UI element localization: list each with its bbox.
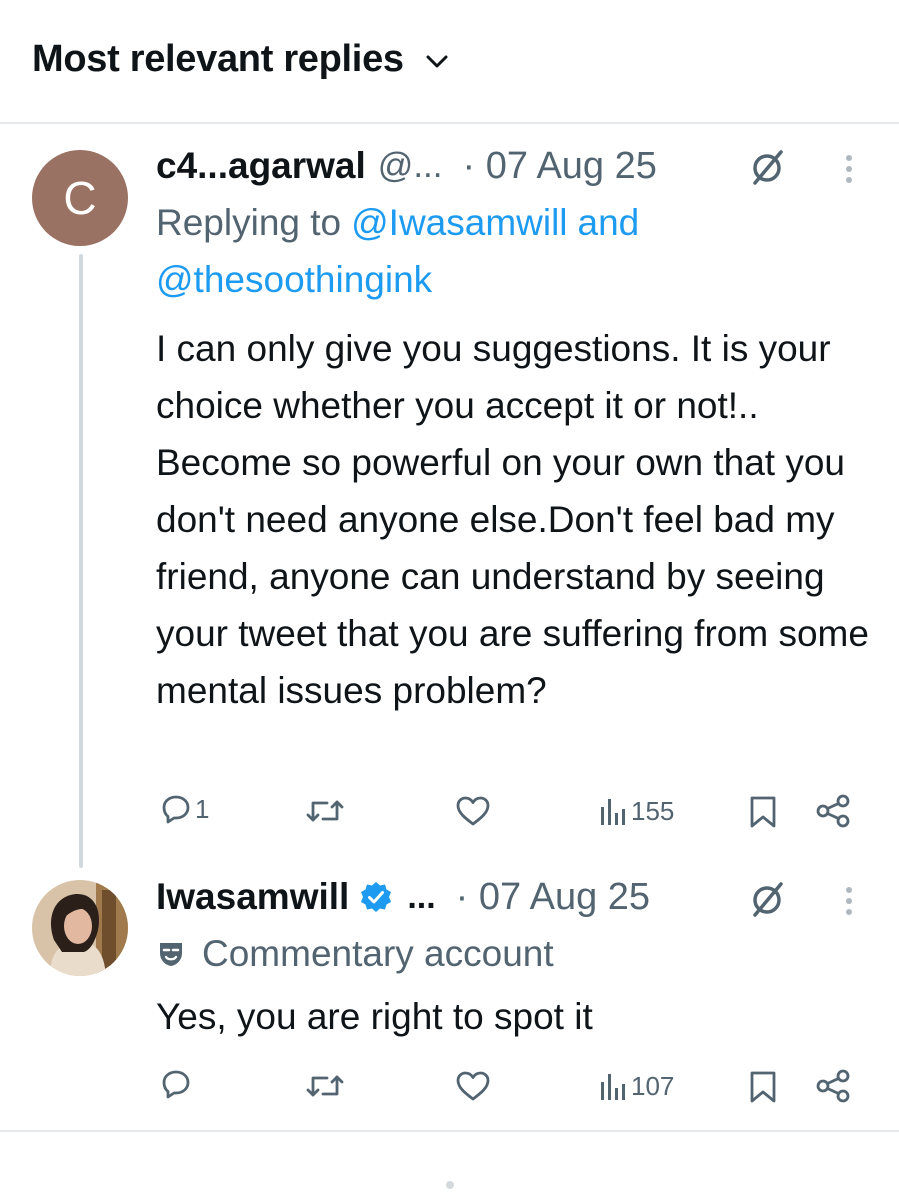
bookmark-icon[interactable] xyxy=(749,795,777,829)
post-date[interactable]: · 07 Aug 25 xyxy=(463,145,657,188)
mention-link[interactable]: @Iwasamwill xyxy=(351,202,567,244)
grok-slash-icon[interactable] xyxy=(746,147,788,189)
reply-icon xyxy=(162,795,190,824)
reply-1-header: c4...agarwal @... · 07 Aug 25 xyxy=(156,143,657,189)
reply-button[interactable]: 1 xyxy=(160,793,209,825)
account-label: Commentary account xyxy=(156,931,554,977)
post-date[interactable]: · 07 Aug 25 xyxy=(456,876,650,919)
mention-link[interactable]: @thesoothingink xyxy=(156,259,432,301)
scroll-indicator-dot xyxy=(446,1181,454,1189)
reply-text: I can only give you suggestions. It is y… xyxy=(156,328,869,711)
grok-slash-icon[interactable] xyxy=(746,879,788,921)
sort-label: Most relevant replies xyxy=(32,38,404,80)
share-icon[interactable] xyxy=(814,1068,852,1104)
avatar[interactable]: C xyxy=(32,150,128,246)
views-count: 155 xyxy=(631,796,675,826)
more-vertical-icon[interactable] xyxy=(844,887,854,920)
like-icon[interactable] xyxy=(455,795,491,827)
author-handle[interactable]: @... xyxy=(378,146,443,186)
reply-text: Yes, you are right to spot it xyxy=(156,996,593,1037)
views-button[interactable]: 155 xyxy=(598,796,674,827)
bookmark-icon[interactable] xyxy=(749,1070,777,1104)
author-handle[interactable]: ... xyxy=(407,878,435,917)
reply-button[interactable] xyxy=(160,1068,195,1100)
reply-icon xyxy=(162,1070,190,1099)
thread-line xyxy=(79,254,83,868)
avatar-photo xyxy=(32,880,128,976)
views-count: 107 xyxy=(631,1071,675,1101)
like-icon[interactable] xyxy=(455,1070,491,1102)
chevron-down-icon xyxy=(426,55,448,67)
account-label-text: Commentary account xyxy=(202,933,554,974)
reply-count: 1 xyxy=(195,793,210,824)
replying-to: Replying to @Iwasamwill and xyxy=(156,200,639,246)
commentary-mask-icon xyxy=(160,943,182,966)
avatar-letter: C xyxy=(63,172,97,224)
more-vertical-icon[interactable] xyxy=(844,155,854,188)
reply-divider xyxy=(0,1130,899,1132)
author-name[interactable]: Iwasamwill xyxy=(156,876,349,918)
reply-2-header: Iwasamwill ... · 07 Aug 25 xyxy=(156,874,650,920)
views-icon xyxy=(601,1073,625,1100)
replying-to-line-2: @thesoothingink xyxy=(156,257,432,303)
verified-badge-icon xyxy=(361,882,392,912)
views-icon xyxy=(601,798,625,825)
mention-and: and xyxy=(577,202,640,243)
replies-sort-dropdown[interactable]: Most relevant replies xyxy=(32,38,448,81)
views-button[interactable]: 107 xyxy=(598,1071,674,1102)
header-divider xyxy=(0,122,899,124)
author-name[interactable]: c4...agarwal xyxy=(156,145,366,187)
avatar[interactable] xyxy=(32,880,128,976)
retweet-icon[interactable] xyxy=(305,1071,345,1101)
replying-prefix: Replying to xyxy=(156,202,342,243)
share-icon[interactable] xyxy=(814,793,852,829)
retweet-icon[interactable] xyxy=(305,796,345,826)
